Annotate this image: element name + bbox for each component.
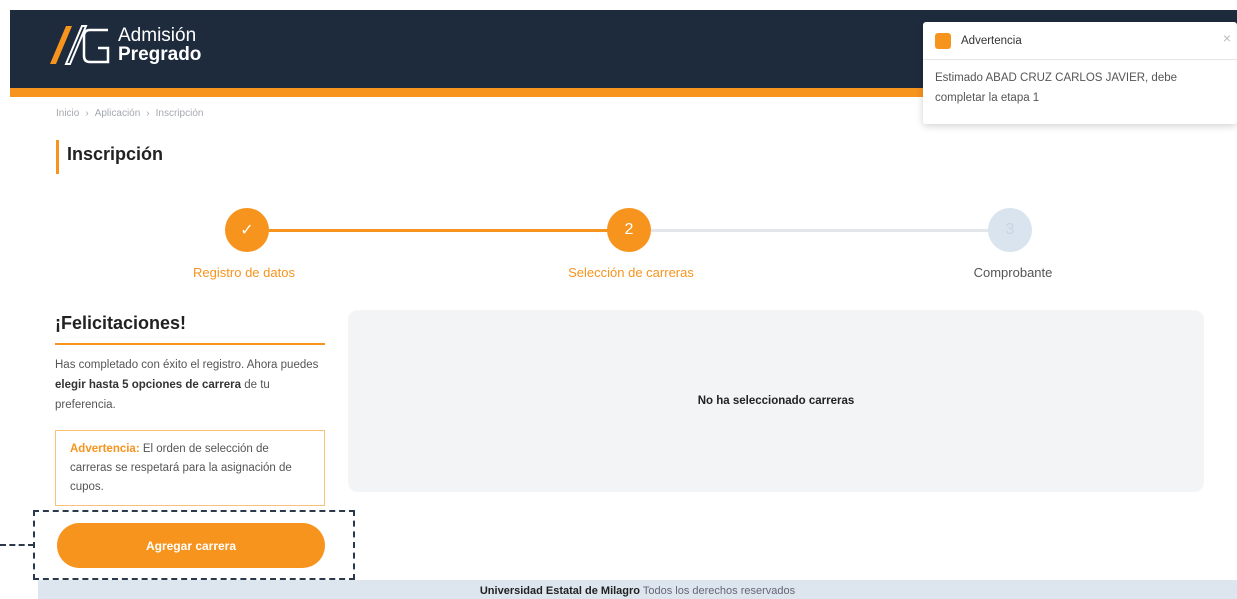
step-1-check-icon: ✓ — [225, 208, 269, 252]
info-text-start: Has completado con éxito el registro. Ah… — [55, 359, 319, 371]
info-text: Has completado con éxito el registro. Ah… — [55, 355, 330, 415]
breadcrumb-item-application[interactable]: Aplicación — [95, 108, 141, 119]
breadcrumb: Inicio › Aplicación › Inscripción — [56, 108, 203, 119]
footer-org: Universidad Estatal de Milagro — [479, 585, 641, 597]
logo-text: Admisión Pregrado — [118, 26, 201, 64]
breadcrumb-separator-icon: › — [146, 108, 150, 119]
toast-header: Advertencia — [923, 22, 1237, 60]
breadcrumb-separator-icon: › — [85, 108, 89, 119]
warning-square-icon — [935, 32, 951, 49]
heading-underline — [55, 343, 325, 345]
step-2-label: Selección de carreras — [568, 265, 694, 280]
close-icon[interactable]: × — [1223, 30, 1231, 46]
empty-state-text: No ha seleccionado carreras — [697, 395, 855, 407]
step-1-label: Registro de datos — [193, 265, 295, 280]
stepper-line-complete — [268, 229, 608, 232]
info-text-bold: elegir hasta 5 opciones de carrera — [55, 379, 242, 391]
step-2-marker: 2 — [607, 208, 651, 252]
warning-toast: Advertencia × Estimado ABAD CRUZ CARLOS … — [923, 22, 1237, 124]
logo-line-1: Admisión — [118, 25, 197, 46]
add-career-button[interactable]: Agregar carrera — [57, 523, 325, 568]
page: Admisión Pregrado Inicio › Aplicación › … — [0, 0, 1237, 599]
logo-mark-icon — [50, 25, 110, 65]
step-3-label: Comprobante — [973, 265, 1053, 280]
callout-leader-line — [0, 544, 34, 546]
warning-box: Advertencia: El orden de selección de ca… — [55, 430, 325, 506]
title-accent-bar — [56, 140, 59, 174]
breadcrumb-item-current: Inscripción — [155, 108, 204, 119]
footer-rights: Todos los derechos reservados — [640, 585, 796, 597]
selected-careers-panel: No ha seleccionado carreras — [348, 310, 1204, 492]
footer: Universidad Estatal de Milagro Todos los… — [38, 580, 1237, 599]
breadcrumb-item-home[interactable]: Inicio — [56, 108, 79, 119]
toast-message: Estimado ABAD CRUZ CARLOS JAVIER, debe c… — [935, 72, 1178, 104]
warning-label: Advertencia: — [70, 443, 140, 455]
toast-title: Advertencia — [961, 34, 1022, 47]
progress-stepper: ✓ 2 3 Registro de datos Selección de car… — [0, 195, 1237, 295]
logo[interactable]: Admisión Pregrado — [46, 20, 201, 70]
step-3-marker: 3 — [988, 208, 1032, 252]
stepper-line-pending — [650, 229, 990, 232]
congrats-heading: ¡Felicitaciones! — [55, 313, 187, 333]
logo-line-2: Pregrado — [118, 44, 202, 65]
page-title: Inscripción — [67, 144, 164, 164]
